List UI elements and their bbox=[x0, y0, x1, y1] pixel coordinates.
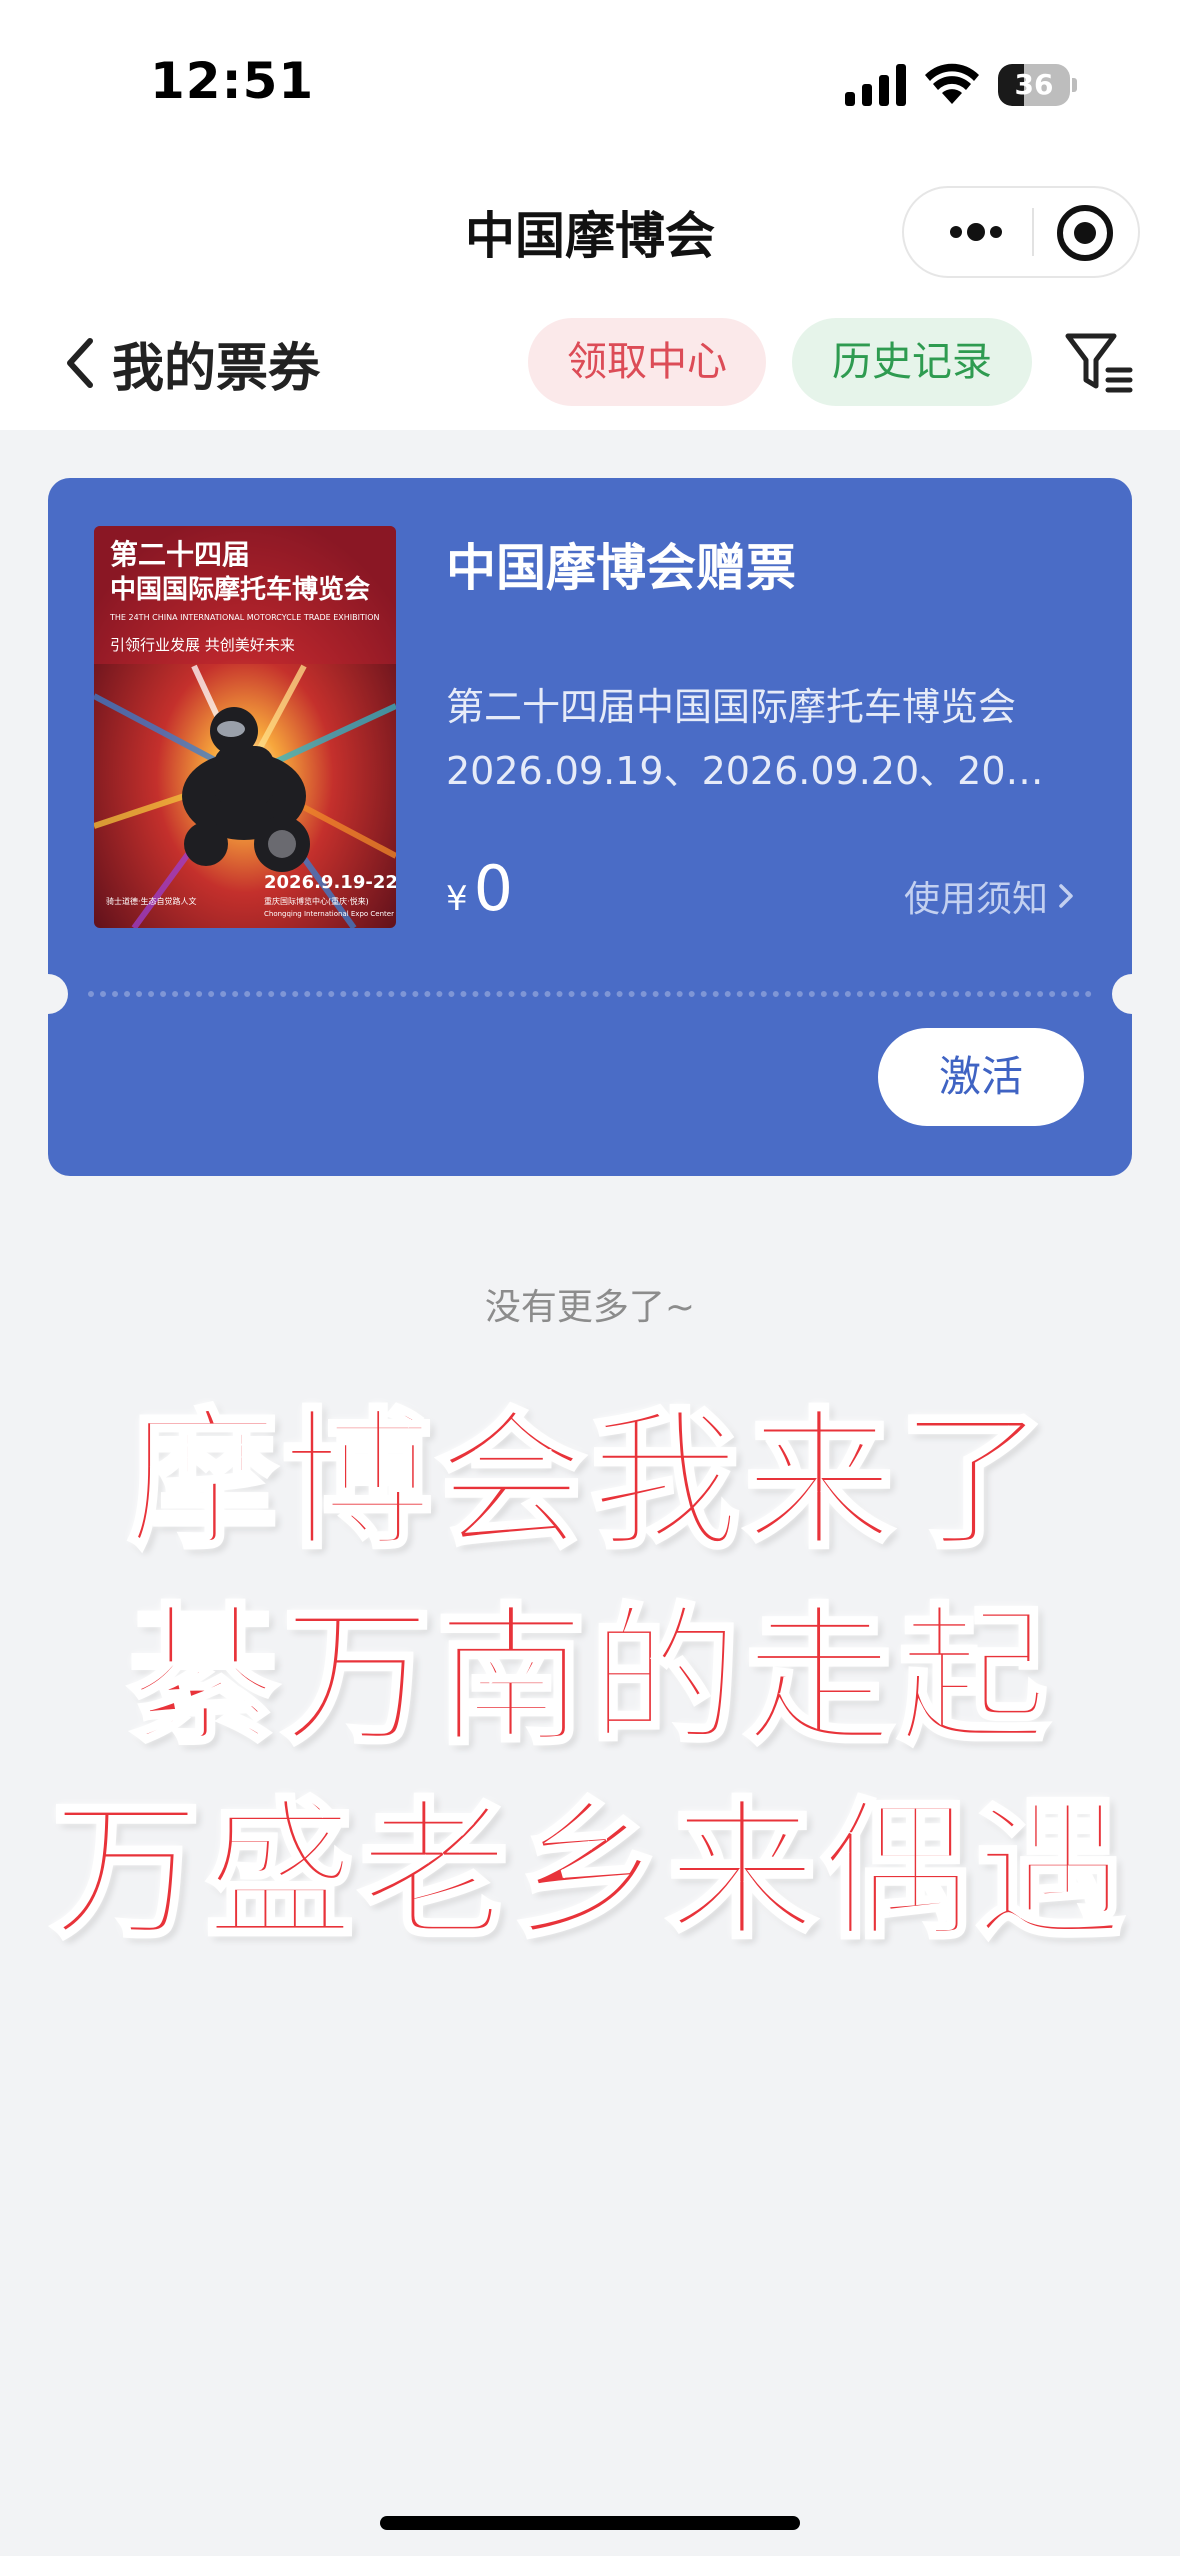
poster-title: 中国国际摩托车博览会 bbox=[110, 574, 370, 605]
price-value: 0 bbox=[473, 852, 514, 925]
page-title: 我的票券 bbox=[112, 338, 321, 399]
poster-slogan: 引领行业发展 共创美好未来 bbox=[110, 636, 295, 654]
poster-venue: 重庆国际博览中心(重庆·悦来) bbox=[264, 896, 369, 906]
chevron-left-icon bbox=[67, 338, 93, 388]
ticket-notch-right bbox=[1112, 974, 1152, 1014]
wifi-icon bbox=[925, 63, 979, 104]
poster-edition: 第二十四届 bbox=[110, 538, 250, 571]
ticket-perforation bbox=[88, 991, 1092, 997]
caption-line-3: 万盛老乡来偶遇 bbox=[49, 1783, 1129, 1961]
ticket-name: 中国摩博会赠票 bbox=[446, 539, 796, 597]
home-indicator[interactable] bbox=[380, 2516, 800, 2530]
page-header: 我的票券 领取中心 历史记录 bbox=[0, 300, 1180, 430]
ticket-dates: 2026.09.19、2026.09.20、2026.09.21、2026.09… bbox=[446, 749, 1066, 793]
ticket-price: ¥ 0 bbox=[446, 852, 513, 925]
more-icon[interactable] bbox=[936, 188, 1016, 276]
caption-line-1: 摩博会我来了 bbox=[126, 1393, 1052, 1571]
mini-program-capsule bbox=[902, 186, 1140, 278]
price-currency: ¥ bbox=[446, 879, 468, 919]
battery-icon: 36 bbox=[998, 64, 1078, 106]
activate-button[interactable]: 激活 bbox=[878, 1028, 1084, 1126]
battery-level: 36 bbox=[1014, 68, 1054, 101]
poster-sponsor: 骑士道德·生态自觉路人文 bbox=[106, 896, 197, 906]
filter-icon[interactable] bbox=[1064, 330, 1134, 394]
usage-notice-link[interactable]: 使用须知 bbox=[904, 870, 1076, 922]
chevron-right-icon bbox=[1059, 884, 1073, 908]
ticket-notch-left bbox=[28, 974, 68, 1014]
poster-subtitle-en: THE 24TH CHINA INTERNATIONAL MOTORCYCLE … bbox=[109, 613, 379, 622]
poster-venue-en: Chongqing International Expo Center bbox=[264, 910, 394, 918]
poster-date: 2026.9.19-22 bbox=[264, 872, 396, 893]
cellular-signal-icon bbox=[845, 64, 906, 106]
close-target-icon[interactable] bbox=[1054, 202, 1116, 264]
usage-notice-label: 使用须知 bbox=[903, 879, 1048, 920]
history-button[interactable]: 历史记录 bbox=[792, 318, 1032, 406]
status-bar: 12:51 36 bbox=[0, 0, 1180, 170]
mini-program-title-bar: 中国摩博会 bbox=[0, 170, 1180, 300]
ticket-card[interactable]: 第二十四届 中国国际摩托车博览会 THE 24TH CHINA INTERNAT… bbox=[28, 478, 1152, 1176]
event-poster: 第二十四届 中国国际摩托车博览会 THE 24TH CHINA INTERNAT… bbox=[94, 526, 396, 928]
back-button[interactable]: 我的票券 bbox=[62, 328, 321, 399]
claim-center-button[interactable]: 领取中心 bbox=[528, 318, 766, 406]
ticket-event: 第二十四届中国国际摩托车博览会 bbox=[446, 685, 1017, 729]
capsule-divider bbox=[1032, 208, 1034, 256]
caption-line-2: 綦万南的走起 bbox=[126, 1589, 1052, 1767]
status-time: 12:51 bbox=[150, 52, 315, 110]
list-end-text: 没有更多了~ bbox=[484, 1287, 696, 1328]
